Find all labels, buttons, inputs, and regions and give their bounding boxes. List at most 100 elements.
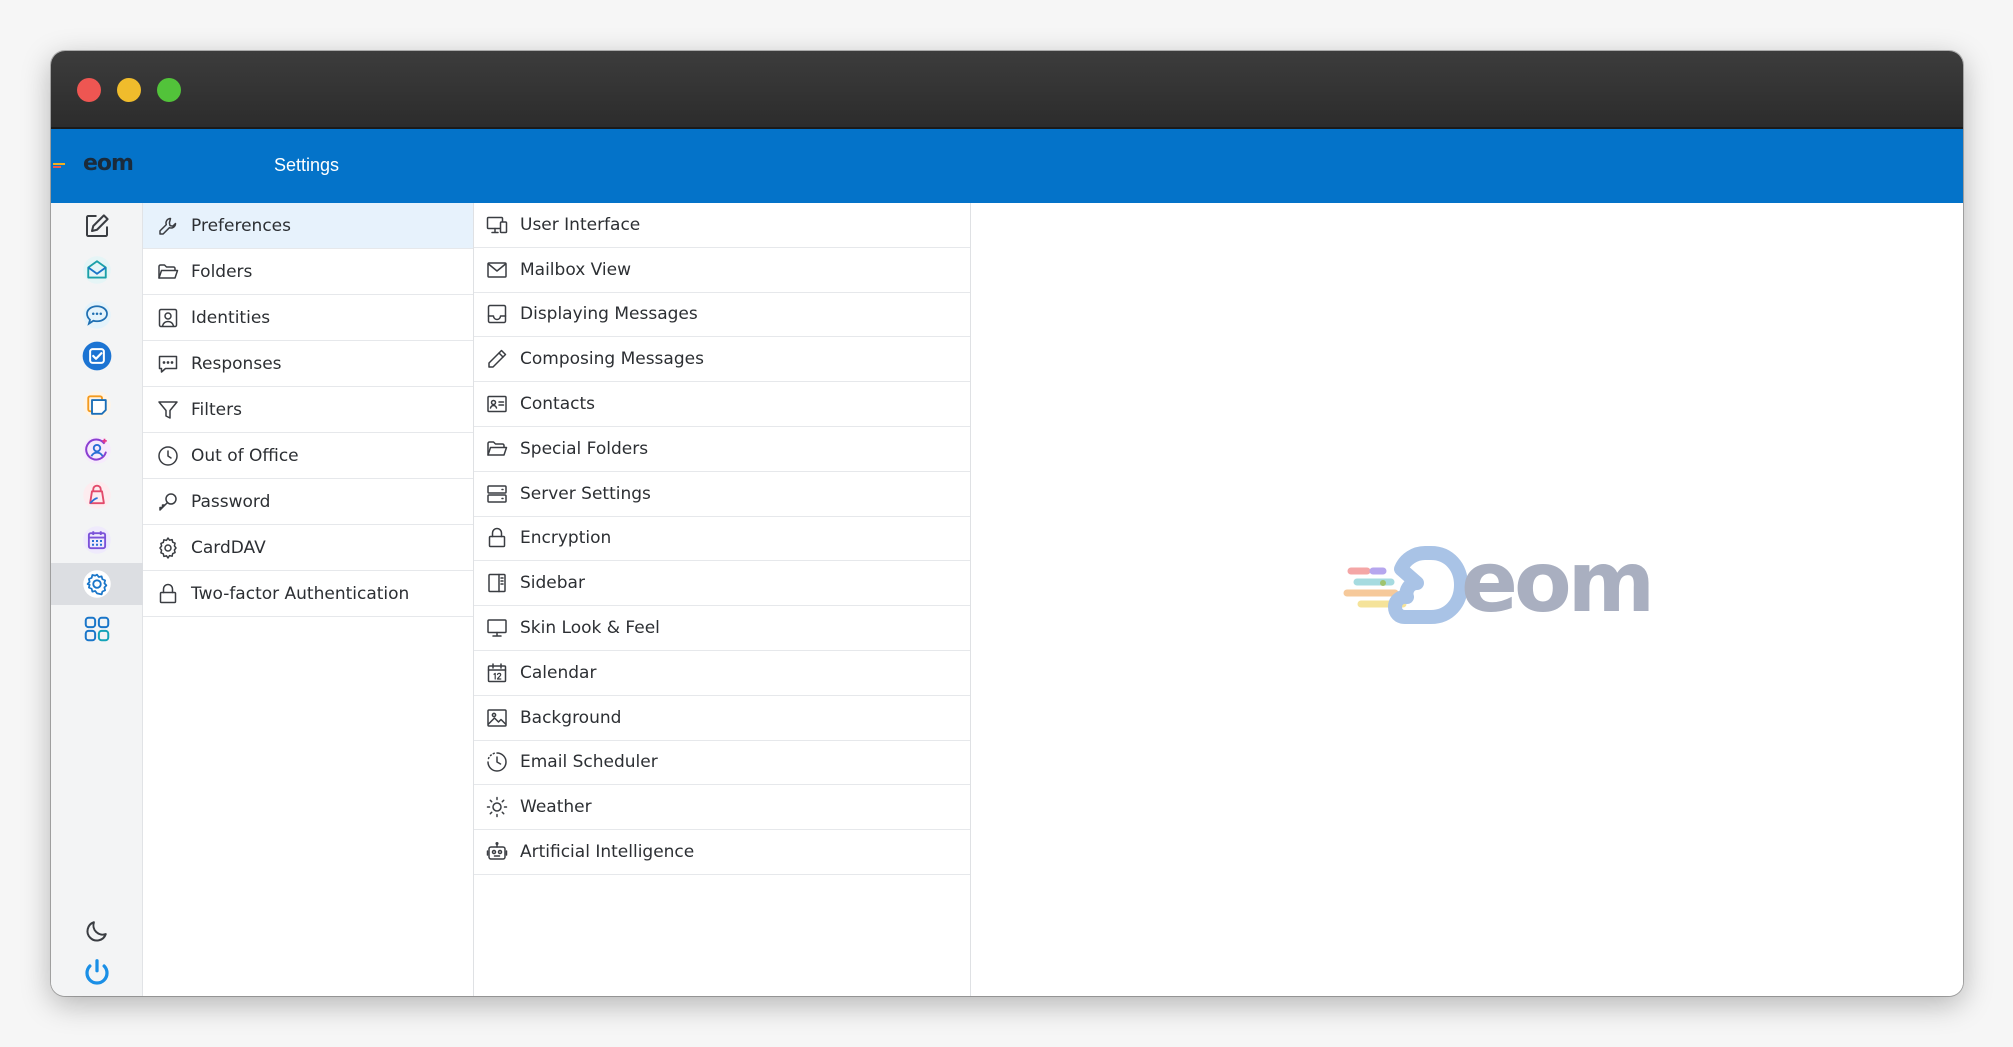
section-item-responses[interactable]: Responses <box>143 341 473 387</box>
pref-item-user-interface[interactable]: User Interface <box>474 203 970 248</box>
pref-label: Email Scheduler <box>520 752 658 773</box>
pref-label: Calendar <box>520 662 597 683</box>
contacts-icon <box>83 436 111 464</box>
monitor-icon <box>487 619 507 637</box>
filter-icon <box>158 400 178 419</box>
tasks-icon <box>82 341 112 371</box>
pref-label: Server Settings <box>520 483 651 504</box>
moon-icon <box>86 921 107 942</box>
section-item-identities[interactable]: Identities <box>143 295 473 341</box>
pref-item-special-folders[interactable]: Special Folders <box>474 427 970 472</box>
drive-app-button[interactable] <box>61 474 133 516</box>
settings-content-panel: eom <box>971 203 1963 996</box>
identity-icon <box>158 308 178 327</box>
envelope-icon <box>487 261 507 278</box>
pref-item-artificial-intelligence[interactable]: Artificial Intelligence <box>474 830 970 875</box>
server-icon <box>487 484 507 503</box>
section-label: Identities <box>191 307 271 328</box>
pref-item-calendar[interactable]: Calendar <box>474 651 970 696</box>
mail-app-button[interactable] <box>61 249 133 291</box>
pref-item-server-settings[interactable]: Server Settings <box>474 472 970 517</box>
pref-item-email-scheduler[interactable]: Email Scheduler <box>474 741 970 786</box>
schedule-icon <box>487 752 507 773</box>
drive-icon <box>83 481 111 509</box>
maximize-window-button[interactable] <box>157 78 181 102</box>
section-item-out-of-office[interactable]: Out of Office <box>143 433 473 479</box>
chat-app-button[interactable] <box>61 294 133 336</box>
title-bar <box>51 51 1963 129</box>
app-logo[interactable]: eom <box>51 151 141 181</box>
calendar-12-icon <box>487 663 507 683</box>
pref-item-mailbox-view[interactable]: Mailbox View <box>474 248 970 293</box>
section-item-filters[interactable]: Filters <box>143 387 473 433</box>
wrench-icon <box>159 217 177 235</box>
pref-item-weather[interactable]: Weather <box>474 785 970 831</box>
app-header: eom Settings <box>51 129 1963 203</box>
logo-stripes-icon <box>53 163 65 168</box>
pref-label: User Interface <box>520 214 641 235</box>
notes-app-button[interactable] <box>61 384 133 426</box>
pref-label: Weather <box>520 797 592 818</box>
pref-item-displaying-messages[interactable]: Displaying Messages <box>474 293 970 338</box>
settings-app-button[interactable] <box>51 563 143 605</box>
pref-item-encryption[interactable]: Encryption <box>474 517 970 562</box>
pref-item-skin-look-feel[interactable]: Skin Look & Feel <box>474 606 970 651</box>
pref-item-contacts[interactable]: Contacts <box>474 382 970 427</box>
pref-label: Mailbox View <box>520 259 632 280</box>
preferences-list: User Interface Mailbox View Displaying M… <box>474 203 971 996</box>
section-item-two-factor-authentication[interactable]: Two-factor Authentication <box>143 571 473 617</box>
pref-label: Composing Messages <box>520 349 704 370</box>
responses-icon <box>158 355 178 373</box>
pref-label: Sidebar <box>520 573 585 594</box>
inbox-icon <box>487 305 507 324</box>
notes-icon <box>83 391 111 419</box>
pref-item-background[interactable]: Background <box>474 696 970 741</box>
calendar-app-button[interactable] <box>61 519 133 561</box>
section-item-preferences[interactable]: Preferences <box>143 203 473 249</box>
section-label: Two-factor Authentication <box>191 583 410 604</box>
compose-button[interactable] <box>61 205 133 247</box>
mail-icon <box>83 256 111 284</box>
apps-grid-icon <box>84 616 110 642</box>
pref-label: Background <box>520 707 622 728</box>
section-label: Folders <box>191 261 253 282</box>
folder-icon <box>158 263 179 279</box>
section-item-password[interactable]: Password <box>143 479 473 525</box>
pref-label: Artificial Intelligence <box>520 842 695 863</box>
section-label: CardDAV <box>191 537 266 558</box>
dark-mode-toggle[interactable] <box>61 910 133 952</box>
logout-button[interactable] <box>61 951 133 993</box>
contacts-app-button[interactable] <box>61 429 133 471</box>
page-title: Settings <box>274 155 340 175</box>
tasks-app-button[interactable] <box>61 335 133 377</box>
pref-item-composing-messages[interactable]: Composing Messages <box>474 337 970 383</box>
close-window-button[interactable] <box>77 78 101 102</box>
sun-icon <box>486 797 508 818</box>
clock-icon <box>158 445 178 466</box>
section-item-folders[interactable]: Folders <box>143 249 473 295</box>
section-label: Out of Office <box>191 445 299 466</box>
lock-icon <box>159 583 177 603</box>
pencil-icon <box>488 350 507 369</box>
folder-open-icon <box>487 441 508 456</box>
contact-card-icon <box>487 395 507 413</box>
gear-icon <box>159 536 177 559</box>
settings-sections-list: Preferences Folders Identities Responses… <box>143 203 474 996</box>
pref-label: Contacts <box>520 394 595 415</box>
logo-text: eom <box>83 151 134 176</box>
app-rail <box>51 203 143 996</box>
pref-label: Encryption <box>520 528 612 549</box>
minimize-window-button[interactable] <box>117 78 141 102</box>
key-icon <box>159 492 177 511</box>
lock-icon <box>488 528 506 548</box>
section-label: Password <box>191 491 271 512</box>
section-item-carddav[interactable]: CardDAV <box>143 525 473 571</box>
robot-icon <box>486 841 508 860</box>
power-icon <box>85 959 109 985</box>
chat-icon <box>83 301 111 329</box>
image-icon <box>487 708 507 727</box>
section-label: Responses <box>191 353 282 374</box>
pref-label: Displaying Messages <box>520 304 698 325</box>
pref-item-sidebar[interactable]: Sidebar <box>474 561 970 607</box>
apps-button[interactable] <box>61 608 133 650</box>
